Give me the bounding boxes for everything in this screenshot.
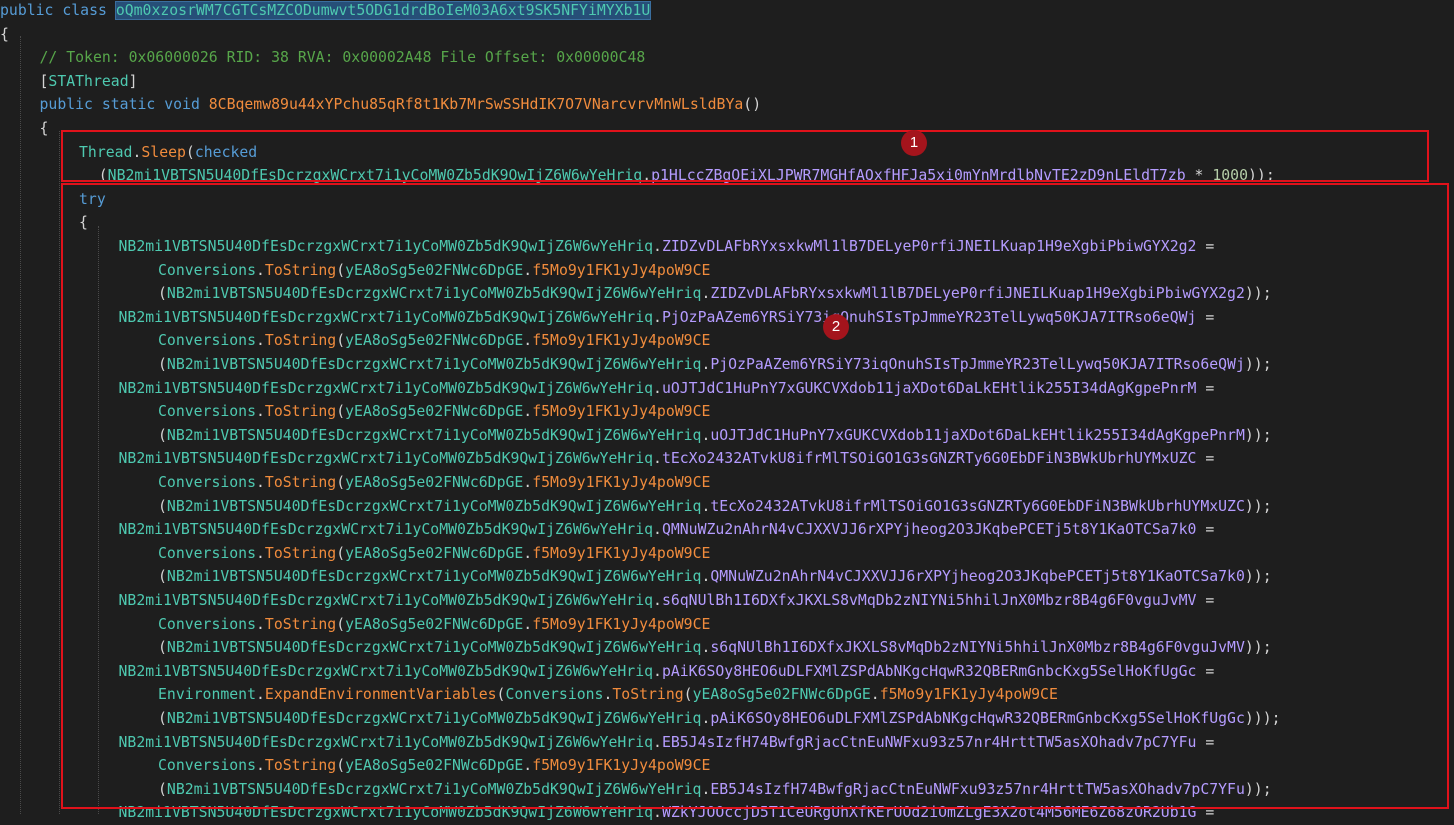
annotation-marker-1: 1 — [901, 130, 927, 156]
code-line: public static void 8CBqemw89u44xYPchu85q… — [40, 93, 762, 117]
indent-guide — [20, 36, 21, 814]
code-line: { — [40, 117, 49, 141]
code-token: () — [743, 96, 762, 114]
code-token: 8CBqemw89u44xYPchu85qRf8t1Kb7MrSwSSHdIK7… — [208, 96, 744, 114]
code-line: [STAThread] — [40, 70, 138, 94]
code-token: public class — [0, 2, 116, 19]
code-editor[interactable]: public class oQm0xzosrWM7CGTCsMZCODumwvt… — [0, 0, 1454, 821]
annotation-marker-2: 2 — [823, 314, 849, 340]
code-token: ] — [128, 72, 138, 90]
highlight-box-1 — [61, 130, 1429, 182]
code-token: STAThread — [48, 72, 129, 90]
code-token: { — [0, 25, 9, 43]
indent-guide — [59, 131, 60, 814]
class-name-selection: oQm0xzosrWM7CGTCsMZCODumwvt5ODG1drdBoIeM… — [114, 1, 652, 20]
code-line: // Token: 0x06000026 RID: 38 RVA: 0x0000… — [40, 46, 646, 70]
code-line: public class oQm0xzosrWM7CGTCsMZCODumwvt… — [0, 0, 652, 23]
code-line: { — [0, 23, 9, 47]
code-token: // Token: 0x06000026 RID: 38 RVA: 0x0000… — [39, 49, 646, 67]
code-token: { — [39, 120, 49, 137]
code-token: public static void — [39, 96, 209, 114]
highlight-box-2 — [61, 183, 1449, 809]
